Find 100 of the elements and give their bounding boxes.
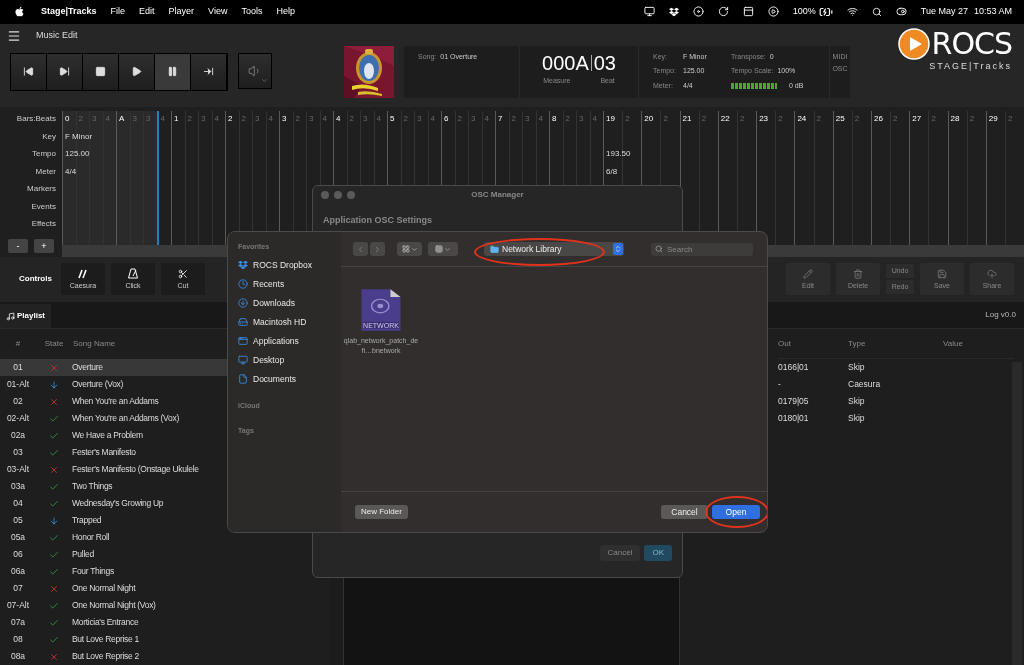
- song-number: 05a: [9, 531, 27, 544]
- beat-number: 25: [835, 113, 845, 126]
- volume-button[interactable]: [238, 52, 272, 89]
- beat-number: 2: [565, 113, 570, 126]
- forward-icon: [373, 244, 382, 254]
- playlist-row[interactable]: 06a Four Things: [0, 563, 310, 580]
- search-icon[interactable]: [871, 6, 882, 17]
- beat-number: 22: [720, 113, 730, 126]
- sidebar-item[interactable]: Macintosh HD: [238, 312, 341, 332]
- beat-number: 3: [282, 113, 287, 126]
- location-popup[interactable]: Network Library: [484, 242, 624, 256]
- control-center-icon[interactable]: [895, 6, 907, 18]
- window-icon[interactable]: [742, 6, 754, 18]
- check-icon: [49, 600, 59, 611]
- dialog-button[interactable]: Cancel: [599, 545, 641, 561]
- playlist-row[interactable]: 08 But Love Reprise 1: [0, 631, 310, 648]
- measure-display: 000A: [542, 51, 589, 74]
- beat-number: 2: [931, 113, 936, 126]
- track-label: Markers: [27, 183, 56, 196]
- search-field[interactable]: Search: [651, 242, 753, 256]
- playlist-row[interactable]: 06 Pulled: [0, 546, 310, 563]
- zoom-button[interactable]: +: [34, 239, 54, 254]
- scissors-icon: [178, 268, 188, 279]
- beat-number: 2: [349, 113, 354, 126]
- group-mode-button[interactable]: [428, 242, 458, 256]
- menu-item[interactable]: Edit: [139, 5, 155, 19]
- menu-icon[interactable]: [7, 28, 21, 43]
- column-header: Value: [943, 337, 963, 350]
- transport-button[interactable]: [11, 53, 47, 90]
- open-button[interactable]: Open: [712, 505, 760, 519]
- menu-item[interactable]: File: [110, 5, 126, 19]
- app-icon: [238, 336, 248, 346]
- playlist-tab[interactable]: Playlist: [0, 304, 51, 328]
- sidebar-item[interactable]: Recents: [238, 274, 341, 294]
- song-name: When You're an Addams: [72, 395, 159, 408]
- beat-display: 03: [593, 51, 616, 74]
- wifi-icon[interactable]: [846, 6, 858, 18]
- playlist-row[interactable]: 04 Wednesday's Growing Up: [0, 495, 310, 512]
- song-name: Overture (Vox): [72, 378, 124, 391]
- playlist-row[interactable]: 07a Morticia's Entrance: [0, 614, 310, 631]
- playlist-row[interactable]: 05a Honor Roll: [0, 529, 310, 546]
- song-name: Pulled: [72, 548, 94, 561]
- down-arrow-icon: [49, 379, 59, 390]
- song-number: 08a: [9, 650, 27, 663]
- playlist-row[interactable]: 08a But Love Reprise 2: [0, 648, 310, 665]
- playlist-row[interactable]: 03-Alt Fester's Manifesto (Onstage Ukulele: [0, 461, 310, 478]
- monitor-icon[interactable]: [643, 6, 655, 18]
- beat-number: 4: [214, 113, 219, 126]
- beat-number: 23: [759, 113, 769, 126]
- beat-number: 2: [701, 113, 707, 126]
- caret-icon: [444, 245, 451, 253]
- playlist-row[interactable]: 07-Alt One Normal Night (Vox): [0, 597, 310, 614]
- cancel-button[interactable]: Cancel: [661, 505, 708, 519]
- skip-back-icon: [23, 66, 34, 78]
- menu-item[interactable]: Tools: [241, 5, 263, 19]
- arrow-to-line-icon: [203, 66, 214, 78]
- song-name: We Have a Problem: [72, 429, 143, 442]
- disc-icon[interactable]: [692, 6, 704, 18]
- song-number: 06: [12, 548, 24, 561]
- beat-number: 4: [484, 113, 489, 126]
- sidebar-item[interactable]: Downloads: [238, 293, 341, 313]
- new-folder-button[interactable]: New Folder: [355, 505, 408, 519]
- playlist-row[interactable]: 05 Trapped: [0, 512, 310, 529]
- transport-button[interactable]: [119, 53, 155, 90]
- playlist-row[interactable]: 03 Fester's Manifesto: [0, 444, 310, 461]
- song-name: Morticia's Entrance: [72, 616, 139, 629]
- song-name: Trapped: [72, 514, 102, 527]
- controls-label: Controls: [19, 273, 53, 286]
- zoom-button[interactable]: -: [8, 239, 28, 254]
- apple-icon[interactable]: [14, 6, 25, 18]
- sidebar-item[interactable]: Applications: [238, 331, 341, 351]
- table-cell-text: -: [778, 378, 782, 391]
- menu-item[interactable]: Help: [276, 5, 295, 19]
- beat-number: A: [119, 113, 125, 126]
- transport-button[interactable]: [83, 53, 119, 90]
- beat-number: 7: [498, 113, 503, 126]
- view-mode-button[interactable]: [397, 242, 422, 256]
- song-name: Two Things: [72, 480, 113, 493]
- playlist-row[interactable]: 07 One Normal Night: [0, 580, 310, 597]
- app-menu[interactable]: Stage|Tracks: [41, 5, 97, 19]
- playlist-row[interactable]: 03a Two Things: [0, 478, 310, 495]
- check-icon: [49, 532, 59, 543]
- dialog-button[interactable]: OK: [644, 545, 672, 561]
- song-name: Four Things: [72, 565, 114, 578]
- box-icon[interactable]: [668, 6, 679, 17]
- menu-item[interactable]: View: [208, 5, 228, 19]
- song-number: 02: [12, 395, 24, 408]
- circular-arrow-icon[interactable]: [717, 6, 729, 18]
- table-cell: Skip: [848, 361, 865, 374]
- transport-button[interactable]: [47, 53, 83, 90]
- song-number: 02-Alt: [5, 412, 31, 425]
- transport-button[interactable]: [155, 53, 191, 90]
- play-circle-icon[interactable]: [767, 6, 779, 18]
- menu-item[interactable]: Player: [168, 5, 195, 19]
- sidebar-item[interactable]: ROCS Dropbox: [238, 255, 341, 275]
- beat-number: 2: [241, 113, 246, 126]
- playlist-row[interactable]: 02-Alt When You're an Addams (Vox): [0, 410, 310, 427]
- settings-heading: Application OSC Settings: [323, 214, 433, 227]
- column-header: Out: [778, 337, 792, 350]
- song-number: 04: [12, 497, 24, 510]
